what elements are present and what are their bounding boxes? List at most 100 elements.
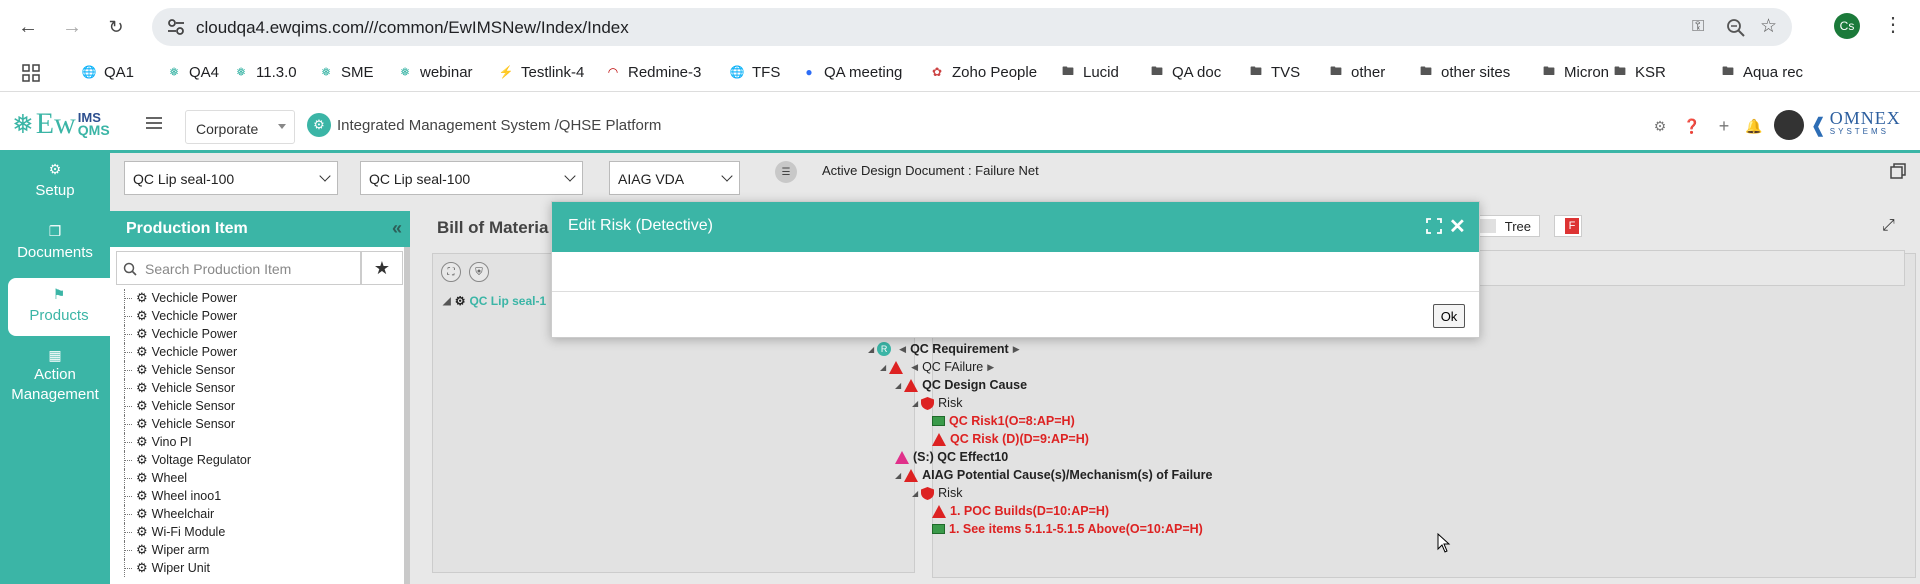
hamburger-icon[interactable] (146, 116, 162, 130)
caret-right-icon[interactable]: ▶ (987, 362, 994, 373)
tree-toggle-icon[interactable]: ◢ (912, 489, 918, 498)
bookmark-5[interactable]: ⚡ Testlink-4 (497, 63, 585, 81)
risk-tree-row[interactable]: ◢ QC Design Cause (895, 376, 1027, 394)
sidebar-item-setup[interactable]: ⚙ Setup (0, 161, 110, 199)
list-item[interactable]: ⚙ Wi-Fi Module (118, 523, 225, 541)
ewqims-logo[interactable]: ❅ Ew IMS QMS (12, 106, 110, 142)
risk-tree-row[interactable]: ◢ ◀ QC FAilure ▶ (880, 358, 998, 376)
bom-root-node[interactable]: ◢ ⚙ QC Lip seal-1 (443, 294, 546, 308)
list-item[interactable]: ⚙ Vehicle Sensor (118, 415, 235, 433)
bookmark-17[interactable]: 🖿 Aqua rec (1719, 63, 1803, 81)
product-select-2[interactable]: QC Lip seal-100 (360, 161, 583, 195)
help-icon[interactable]: ❓ (1683, 118, 1700, 134)
risk-tree-row[interactable]: 1. See items 5.1.1-5.1.5 Above(O=10:AP=H… (932, 520, 1203, 538)
layers-icon[interactable]: ☰ (775, 161, 797, 183)
reload-icon[interactable]: ↻ (102, 13, 130, 41)
collapse-left-icon[interactable]: « (392, 218, 402, 239)
tree-toggle-icon[interactable]: ◢ (443, 296, 451, 307)
tree-toggle-icon[interactable]: ◢ (895, 471, 901, 480)
bell-icon[interactable]: 🔔 (1745, 118, 1762, 134)
list-item[interactable]: ⚙ Vechicle Power (118, 289, 237, 307)
fullscreen-expand-icon[interactable]: ⤢ (1882, 217, 1895, 235)
restore-window-icon[interactable] (1888, 161, 1908, 181)
risk-tree-row[interactable]: QC Risk (D)(D=9:AP=H) (932, 430, 1089, 448)
bookmark-14[interactable]: 🖿 other sites (1417, 63, 1510, 81)
list-item[interactable]: ⚙ Vehicle Sensor (118, 397, 235, 415)
company-select[interactable]: Corporate (185, 110, 295, 144)
risk-tree-row[interactable]: ◢ R ◀ QC Requirement ▶ (868, 340, 1024, 358)
add-icon[interactable]: + (1716, 116, 1732, 136)
caret-left-icon[interactable]: ◀ (911, 362, 918, 373)
sidebar-item-action-management[interactable]: ▦ Action Management (0, 345, 110, 405)
zoom-icon[interactable] (1726, 18, 1746, 38)
risk-tree-row[interactable]: ◢ Risk (912, 484, 962, 502)
tree-toggle-icon[interactable]: ◢ (880, 363, 886, 372)
site-info-icon[interactable] (166, 17, 186, 37)
bookmark-10[interactable]: 🖿 Lucid (1059, 63, 1119, 81)
list-item[interactable]: ⚙ Vehicle Sensor (118, 379, 235, 397)
bookmark-4[interactable]: ❅ webinar (396, 63, 473, 81)
list-item[interactable]: ⚙ Voltage Regulator (118, 451, 251, 469)
risk-tree-row[interactable]: ◢ AIAG Potential Cause(s)/Mechanism(s) of… (895, 466, 1213, 484)
caret-left-icon[interactable]: ◀ (899, 344, 906, 355)
bookmark-6[interactable]: ◠ Redmine-3 (604, 63, 702, 81)
list-item[interactable]: ⚙ Vechicle Power (118, 307, 237, 325)
bookmark-8[interactable]: ● QA meeting (800, 63, 902, 81)
forward-icon[interactable]: → (58, 13, 86, 41)
list-item[interactable]: ⚙ Wheelchair (118, 505, 214, 523)
user-avatar[interactable] (1774, 110, 1804, 140)
tree-toggle-icon[interactable]: ◢ (912, 399, 918, 408)
bookmark-0[interactable]: 🌐 QA1 (80, 63, 135, 81)
list-item[interactable]: ⚙ Vehicle Sensor (118, 361, 235, 379)
menu-kebab-icon[interactable]: ⋮ (1883, 12, 1903, 37)
bookmark-13[interactable]: 🖿 other (1327, 63, 1385, 81)
sidebar-item-products[interactable]: ⚑ Products (8, 278, 110, 336)
standard-select[interactable]: AIAG VDA (609, 161, 740, 195)
tree-toggle-icon[interactable]: ◢ (868, 345, 874, 354)
production-item-label: Vechicle Power (151, 327, 238, 341)
star-icon[interactable]: ☆ (1760, 15, 1780, 37)
bookmark-7[interactable]: 🌐 TFS (728, 63, 781, 81)
bookmark-label: QA1 (104, 63, 135, 81)
sidebar-item-documents[interactable]: ❐ Documents (0, 223, 110, 261)
tree-toggle-icon[interactable]: ◢ (895, 381, 901, 390)
risk-tree-row[interactable]: (S:) QC Effect10 (895, 448, 1008, 466)
list-item[interactable]: ⚙ Vino PI (118, 433, 192, 451)
bookmark-1[interactable]: ❅ QA4 (165, 63, 219, 81)
list-item[interactable]: ⚙ Vechicle Power (118, 343, 237, 361)
caret-right-icon[interactable]: ▶ (1013, 344, 1020, 355)
bookmark-16[interactable]: 🖿 KSR (1611, 63, 1666, 81)
expand-all-icon[interactable]: ⛶ (441, 262, 461, 282)
platform-gear-icon: ⚙ (307, 113, 331, 137)
list-item[interactable]: ⚙ Vechicle Power (118, 325, 237, 343)
bookmark-11[interactable]: 🖿 QA doc (1148, 63, 1221, 81)
ok-button[interactable]: Ok (1433, 304, 1465, 328)
production-search-input[interactable]: Search Production Item (116, 251, 361, 285)
back-icon[interactable]: ← (14, 13, 42, 41)
bookmark-2[interactable]: ❅ 11.3.0 (232, 63, 297, 81)
list-item[interactable]: ⚙ Wheel (118, 469, 187, 487)
list-item[interactable]: ⚙ Wiper Unit (118, 559, 210, 577)
risk-tree-row[interactable]: 1. POC Builds(D=10:AP=H) (932, 502, 1109, 520)
risk-tree-row[interactable]: QC Risk1(O=8:AP=H) (932, 412, 1075, 430)
close-icon[interactable]: ✕ (1449, 214, 1466, 239)
bookmark-9[interactable]: ✿ Zoho People (928, 63, 1037, 81)
address-bar[interactable]: cloudqa4.ewqims.com///common/EwIMSNew/In… (152, 8, 1792, 46)
apps-grid-icon[interactable] (22, 64, 40, 82)
bookmark-15[interactable]: 🖿 Micron (1540, 63, 1609, 81)
list-item[interactable]: ⚙ Wheel inoo1 (118, 487, 221, 505)
key-icon[interactable]: ⚿ (1692, 18, 1712, 38)
profile-avatar[interactable]: Cs (1834, 13, 1860, 39)
bookmark-3[interactable]: ❅ SME (317, 63, 374, 81)
settings-gear-icon[interactable]: ⚙ (1652, 118, 1668, 134)
effect-icon (895, 450, 909, 464)
risk-tree-row[interactable]: ◢ Risk (912, 394, 962, 412)
product-select-1[interactable]: QC Lip seal-100 (124, 161, 338, 195)
favorite-star-icon[interactable]: ★ (361, 251, 403, 285)
production-item-label: Wheelchair (151, 507, 215, 521)
collapse-all-icon[interactable]: ⛨ (469, 262, 489, 282)
list-item[interactable]: ⚙ Wiper arm (118, 541, 209, 559)
filter-f-button[interactable]: F (1554, 215, 1582, 237)
maximize-icon[interactable] (1426, 218, 1442, 234)
bookmark-12[interactable]: 🖿 TVS (1247, 63, 1300, 81)
